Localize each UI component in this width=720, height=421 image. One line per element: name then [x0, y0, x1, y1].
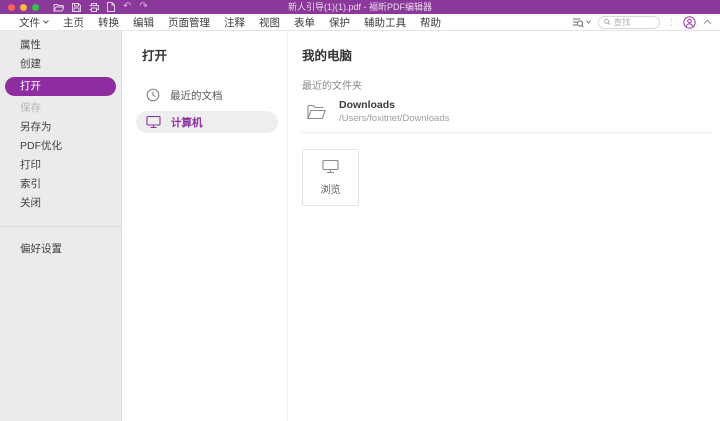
sidebar-item-index[interactable]: 索引	[0, 175, 121, 194]
menu-help[interactable]: 帮助	[413, 15, 448, 30]
save-icon	[72, 3, 81, 12]
menu-view[interactable]: 视图	[252, 15, 287, 30]
sidebar-item-pdf-optimize[interactable]: PDF优化	[0, 137, 121, 156]
sidebar-item-create[interactable]: 创建	[0, 55, 121, 74]
toolbar-right-cluster: ⋮	[572, 16, 712, 29]
undo-icon: ↶	[123, 2, 131, 12]
sidebar-item-open[interactable]: 打开	[5, 77, 116, 96]
backstage-sidebar: 属性 创建 打开 保存 另存为 PDF优化 打印 索引 关闭 偏好设置	[0, 31, 122, 421]
menu-file[interactable]: 文件	[12, 15, 56, 30]
collapse-toolbar-button[interactable]	[703, 19, 712, 25]
search-document-icon	[572, 17, 584, 28]
browse-button[interactable]: 浏览	[302, 149, 359, 206]
window-controls	[8, 4, 39, 11]
recent-folder-text: Downloads /Users/foxitnet/Downloads	[339, 99, 449, 124]
caret-down-icon	[586, 20, 591, 24]
browse-label: 浏览	[321, 181, 341, 196]
clock-icon	[146, 88, 160, 102]
menu-page-management[interactable]: 页面管理	[161, 15, 217, 30]
menu-edit[interactable]: 编辑	[126, 15, 161, 30]
menu-bar: 文件 主页 转换 编辑 页面管理 注释 视图 表单 保护 辅助工具 帮助	[0, 14, 720, 31]
undo-button[interactable]: ↶	[123, 2, 131, 12]
redo-icon: ↷	[139, 2, 147, 12]
menu-comment[interactable]: 注释	[217, 15, 252, 30]
sidebar-item-preferences[interactable]: 偏好设置	[0, 240, 121, 259]
recent-folders-label: 最近的文件夹	[302, 77, 712, 92]
recent-folder-path: /Users/foxitnet/Downloads	[339, 113, 449, 124]
find-input[interactable]	[613, 17, 654, 27]
open-item-label: 最近的文档	[170, 88, 223, 103]
close-window-button[interactable]	[8, 4, 15, 11]
printer-icon	[89, 3, 99, 12]
open-locations-list: 最近的文档 计算机	[136, 84, 277, 133]
save-button[interactable]	[72, 2, 81, 12]
menu-items: 文件 主页 转换 编辑 页面管理 注释 视图 表单 保护 辅助工具 帮助	[12, 15, 448, 30]
menu-protect[interactable]: 保护	[322, 15, 357, 30]
folder-icon	[307, 104, 326, 120]
open-panel-title: 打开	[142, 45, 277, 64]
open-panel: 打开 最近的文档 计算机	[122, 31, 288, 421]
sidebar-divider	[0, 226, 121, 227]
minimize-window-button[interactable]	[20, 4, 27, 11]
title-bar: ↶ ↷ 新人引导(1)(1).pdf - 福昕PDF编辑器	[0, 0, 720, 14]
file-backstage: 属性 创建 打开 保存 另存为 PDF优化 打印 索引 关闭 偏好设置 打开 最…	[0, 31, 720, 421]
sidebar-item-print[interactable]: 打印	[0, 156, 121, 175]
zoom-window-button[interactable]	[32, 4, 39, 11]
recent-folder-name: Downloads	[339, 99, 449, 111]
menu-accessibility-tools[interactable]: 辅助工具	[357, 15, 413, 30]
folder-open-icon	[53, 3, 64, 12]
computer-panel-title: 我的电脑	[302, 45, 712, 64]
document-icon	[107, 2, 115, 12]
caret-down-icon	[43, 20, 49, 24]
new-document-button[interactable]	[107, 2, 115, 12]
menu-form[interactable]: 表单	[287, 15, 322, 30]
sidebar-item-close[interactable]: 关闭	[0, 194, 121, 213]
print-button[interactable]	[89, 2, 99, 12]
open-item-computer[interactable]: 计算机	[136, 111, 278, 133]
sidebar-item-save[interactable]: 保存	[0, 99, 121, 118]
open-item-recent-documents[interactable]: 最近的文档	[136, 84, 278, 106]
find-searchbox[interactable]	[598, 16, 660, 29]
open-item-label: 计算机	[171, 115, 203, 130]
computer-panel: 我的电脑 最近的文件夹 Downloads /Users/foxitnet/Do…	[288, 31, 720, 421]
advanced-search-button[interactable]	[572, 17, 591, 28]
sidebar-item-save-as[interactable]: 另存为	[0, 118, 121, 137]
recent-folder-downloads[interactable]: Downloads /Users/foxitnet/Downloads	[302, 92, 712, 133]
account-icon	[683, 16, 696, 29]
sidebar-item-properties[interactable]: 属性	[0, 36, 121, 55]
computer-icon	[146, 115, 161, 129]
overflow-menu-button[interactable]: ⋮	[667, 17, 676, 27]
account-button[interactable]	[683, 16, 696, 29]
chevron-up-icon	[703, 19, 712, 25]
menu-home[interactable]: 主页	[56, 15, 91, 30]
menu-convert[interactable]: 转换	[91, 15, 126, 30]
search-icon	[604, 18, 610, 26]
quick-access-toolbar: ↶ ↷	[53, 2, 148, 12]
redo-button[interactable]: ↷	[139, 2, 147, 12]
computer-icon	[322, 159, 339, 174]
open-file-button[interactable]	[53, 2, 64, 12]
